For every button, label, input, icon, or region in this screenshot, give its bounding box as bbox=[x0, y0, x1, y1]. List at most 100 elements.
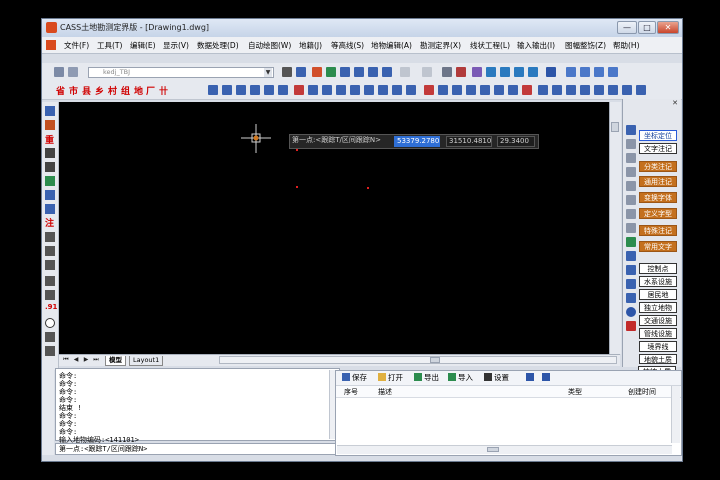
z-coordinate-field[interactable]: 29.3400 bbox=[497, 136, 535, 147]
menu-view[interactable]: 显示(V) bbox=[163, 40, 189, 51]
pencil-icon[interactable] bbox=[312, 67, 322, 77]
left-tool-4-icon[interactable] bbox=[45, 162, 55, 172]
survey-point[interactable] bbox=[367, 187, 369, 189]
region-province-button[interactable]: 省 bbox=[56, 84, 65, 97]
match-props-icon[interactable] bbox=[456, 67, 466, 77]
tool-d-icon[interactable] bbox=[608, 67, 618, 77]
modify-tool-4-icon[interactable] bbox=[466, 85, 476, 95]
records-scroll-thumb[interactable] bbox=[487, 447, 499, 452]
region-factory-button[interactable]: 厂 bbox=[146, 84, 155, 97]
menu-tools[interactable]: 工具(T) bbox=[97, 40, 122, 51]
left-tool-11-icon[interactable] bbox=[45, 276, 55, 286]
draw-tool-3-icon[interactable] bbox=[236, 85, 246, 95]
modify-tool-5-icon[interactable] bbox=[480, 85, 490, 95]
open-records-button[interactable]: 打开 bbox=[378, 373, 403, 383]
draw-tool-1-icon[interactable] bbox=[208, 85, 218, 95]
survey-point[interactable] bbox=[296, 149, 298, 151]
column-type[interactable]: 类型 bbox=[568, 387, 582, 397]
tool-b-button[interactable] bbox=[542, 373, 552, 383]
help-icon[interactable] bbox=[546, 67, 556, 77]
save-icon[interactable] bbox=[296, 67, 306, 77]
info-icon[interactable] bbox=[626, 307, 636, 317]
text-tool-4-icon[interactable] bbox=[580, 85, 590, 95]
modify-tool-2-icon[interactable] bbox=[438, 85, 448, 95]
left-tool-12-icon[interactable] bbox=[45, 290, 55, 300]
last-tab-icon[interactable]: ⏭ bbox=[92, 356, 100, 364]
text-tool-3-icon[interactable] bbox=[566, 85, 576, 95]
panel-tool-4-icon[interactable] bbox=[626, 167, 636, 177]
change-font-button[interactable]: 变换字体 bbox=[639, 192, 677, 203]
define-font-button[interactable]: 定义字型 bbox=[639, 208, 677, 219]
edit-tool-4-icon[interactable] bbox=[336, 85, 346, 95]
left-tool-6-icon[interactable] bbox=[45, 190, 55, 200]
tool-b-icon[interactable] bbox=[580, 67, 590, 77]
canvas-vertical-scrollbar[interactable] bbox=[609, 102, 621, 354]
curve-icon[interactable] bbox=[45, 346, 55, 356]
left-tool-5-icon[interactable] bbox=[45, 176, 55, 186]
redo-icon[interactable] bbox=[422, 67, 432, 77]
modify-tool-3-icon[interactable] bbox=[452, 85, 462, 95]
y-coordinate-field[interactable]: 31510.4810 bbox=[446, 136, 492, 147]
left-tool-7-icon[interactable] bbox=[45, 204, 55, 214]
region-township-button[interactable]: 乡 bbox=[95, 84, 104, 97]
left-tool-3-icon[interactable] bbox=[45, 148, 55, 158]
menu-help[interactable]: 帮助(H) bbox=[613, 40, 640, 51]
trim-icon[interactable] bbox=[514, 67, 524, 77]
text-annotation-button[interactable]: 文字注记 bbox=[639, 143, 677, 154]
edit-tool-7-icon[interactable] bbox=[378, 85, 388, 95]
text-tool-2-icon[interactable] bbox=[552, 85, 562, 95]
command-splitter[interactable] bbox=[42, 368, 54, 455]
menu-feature-edit[interactable]: 地物编辑(A) bbox=[371, 40, 412, 51]
layers-icon[interactable] bbox=[54, 67, 64, 77]
draw-tool-5-icon[interactable] bbox=[264, 85, 274, 95]
line-icon[interactable] bbox=[45, 332, 55, 342]
maximize-button[interactable]: □ bbox=[638, 21, 656, 34]
panel-tool-6-icon[interactable] bbox=[626, 195, 636, 205]
water-facility-button[interactable]: 水系设施 bbox=[639, 276, 677, 287]
left-tool-1-icon[interactable] bbox=[45, 106, 55, 116]
canvas-horizontal-scrollbar[interactable] bbox=[219, 356, 617, 364]
panel-tool-7-icon[interactable] bbox=[626, 209, 636, 219]
draw-tool-2-icon[interactable] bbox=[222, 85, 232, 95]
region-extra-button[interactable]: 卄 bbox=[159, 84, 168, 97]
special-annotation-button[interactable]: 特殊注记 bbox=[639, 225, 677, 236]
text-tool-5-icon[interactable] bbox=[594, 85, 604, 95]
edit-tool-8-icon[interactable] bbox=[392, 85, 402, 95]
region-land-button[interactable]: 地 bbox=[134, 84, 143, 97]
delete-icon[interactable] bbox=[626, 321, 636, 331]
layer-select[interactable]: kedj_TBJ ▼ bbox=[88, 67, 274, 78]
menu-map-finishing[interactable]: 图幅整饬(Z) bbox=[565, 40, 606, 51]
text-tool-1-icon[interactable] bbox=[538, 85, 548, 95]
first-tab-icon[interactable]: ⏮ bbox=[62, 356, 70, 364]
boundary-line-button[interactable]: 境界线 bbox=[639, 341, 677, 352]
region-group-button[interactable]: 组 bbox=[121, 84, 130, 97]
modify-tool-1-icon[interactable] bbox=[424, 85, 434, 95]
minimize-button[interactable]: — bbox=[617, 21, 637, 34]
panel-tool-9-icon[interactable] bbox=[626, 237, 636, 247]
modify-tool-7-icon[interactable] bbox=[508, 85, 518, 95]
text-tool-6-icon[interactable] bbox=[608, 85, 618, 95]
next-tab-icon[interactable]: ▶ bbox=[82, 356, 90, 364]
properties-icon[interactable] bbox=[442, 67, 452, 77]
menu-cadastre[interactable]: 地籍(J) bbox=[299, 40, 322, 51]
tab-model[interactable]: 模型 bbox=[105, 356, 126, 366]
edit-tool-1-icon[interactable] bbox=[294, 85, 304, 95]
draw-tool-4-icon[interactable] bbox=[250, 85, 260, 95]
left-tool-8-icon[interactable] bbox=[45, 232, 55, 242]
region-city-button[interactable]: 市 bbox=[69, 84, 78, 97]
layer-props-icon[interactable] bbox=[68, 67, 78, 77]
menu-input-output[interactable]: 输入输出(I) bbox=[517, 40, 555, 51]
move-icon[interactable] bbox=[486, 67, 496, 77]
left-tool-annotate-button[interactable]: 注 bbox=[45, 216, 54, 229]
region-village-button[interactable]: 村 bbox=[108, 84, 117, 97]
residential-button[interactable]: 居民地 bbox=[639, 289, 677, 300]
transport-facility-button[interactable]: 交通设施 bbox=[639, 315, 677, 326]
general-annotation-button[interactable]: 通用注记 bbox=[639, 176, 677, 187]
edit-tool-6-icon[interactable] bbox=[364, 85, 374, 95]
tool-a-button[interactable] bbox=[526, 373, 536, 383]
edit-tool-9-icon[interactable] bbox=[406, 85, 416, 95]
export-records-button[interactable]: 导出 bbox=[414, 373, 439, 383]
survey-point[interactable] bbox=[296, 186, 298, 188]
left-tool-2-icon[interactable] bbox=[45, 120, 55, 130]
import-records-button[interactable]: 导入 bbox=[448, 373, 473, 383]
